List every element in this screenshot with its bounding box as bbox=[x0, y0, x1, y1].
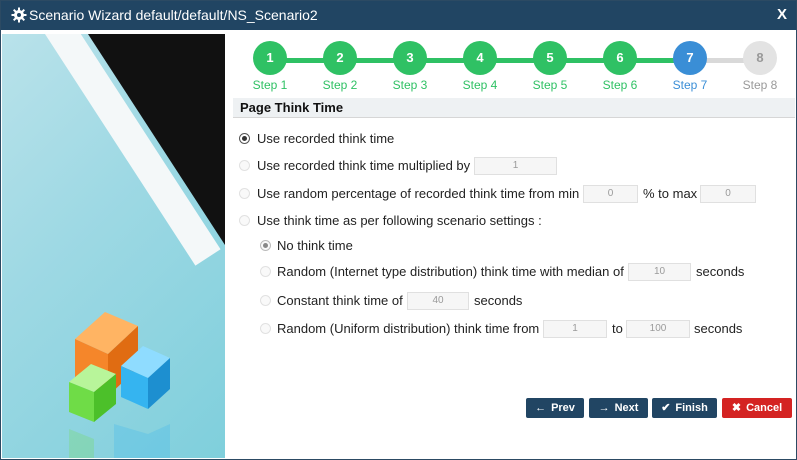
wizard-illustration bbox=[2, 34, 225, 458]
median-unit: seconds bbox=[696, 264, 745, 279]
cubes-illustration bbox=[69, 312, 170, 458]
sub-uniform-radio[interactable] bbox=[260, 323, 271, 334]
cancel-button[interactable]: ✖ Cancel bbox=[722, 398, 792, 418]
option-random-pct-row: Use random percentage of recorded think … bbox=[238, 184, 778, 204]
sub-internet-radio[interactable] bbox=[260, 266, 271, 277]
option-multiplied-row: Use recorded think time multiplied by 1 bbox=[238, 156, 778, 176]
step-circle: 4 bbox=[463, 41, 497, 75]
sub-none-radio[interactable] bbox=[260, 240, 271, 251]
step-3[interactable]: 3 Step 3 bbox=[380, 41, 440, 92]
step-label: Step 1 bbox=[252, 78, 288, 92]
step-6[interactable]: 6 Step 6 bbox=[590, 41, 650, 92]
finish-label: Finish bbox=[675, 402, 708, 414]
check-icon: ✔ bbox=[661, 402, 671, 414]
step-5[interactable]: 5 Step 5 bbox=[520, 41, 580, 92]
gear-icon bbox=[11, 7, 27, 23]
step-4[interactable]: 4 Step 4 bbox=[450, 41, 510, 92]
to-max-label: % to max bbox=[643, 186, 698, 201]
step-circle: 1 bbox=[253, 41, 287, 75]
multiplier-input[interactable]: 1 bbox=[474, 157, 557, 175]
step-circle: 3 bbox=[393, 41, 427, 75]
option-random-pct-radio[interactable] bbox=[239, 188, 250, 199]
sub-constant-row: Constant think time of 40 seconds bbox=[258, 291, 778, 311]
uniform-from-input[interactable]: 1 bbox=[543, 320, 607, 338]
option-multiplied-label: Use recorded think time multiplied by bbox=[257, 158, 471, 173]
sub-internet-row: Random (Internet type distribution) thin… bbox=[258, 262, 778, 282]
title-bar: Scenario Wizard default/default/NS_Scena… bbox=[1, 1, 796, 30]
option-recorded-row: Use recorded think time bbox=[238, 129, 778, 149]
sub-constant-label: Constant think time of bbox=[277, 293, 403, 308]
x-icon: ✖ bbox=[731, 402, 742, 414]
wizard-steps: 1 Step 1 2 Step 2 3 Step 3 4 Step 4 5 St… bbox=[238, 41, 788, 97]
step-7[interactable]: 7 Step 7 bbox=[660, 41, 720, 92]
step-label: Step 5 bbox=[532, 78, 568, 92]
uniform-to-input[interactable]: 100 bbox=[626, 320, 690, 338]
constant-unit: seconds bbox=[474, 293, 523, 308]
uniform-to-label: to bbox=[612, 321, 623, 336]
option-scenario-label: Use think time as per following scenario… bbox=[257, 213, 542, 228]
step-label: Step 7 bbox=[672, 78, 708, 92]
option-multiplied-radio[interactable] bbox=[239, 160, 250, 171]
arrow-left-icon: ← bbox=[535, 402, 547, 414]
sub-uniform-row: Random (Uniform distribution) think time… bbox=[258, 319, 778, 339]
finish-button[interactable]: ✔ Finish bbox=[652, 398, 717, 418]
sub-none-label: No think time bbox=[277, 238, 353, 253]
constant-input[interactable]: 40 bbox=[407, 292, 469, 310]
option-recorded-radio[interactable] bbox=[239, 133, 250, 144]
step-circle: 7 bbox=[673, 41, 707, 75]
step-label: Step 3 bbox=[392, 78, 428, 92]
option-recorded-label: Use recorded think time bbox=[257, 131, 395, 146]
section-header: Page Think Time bbox=[233, 98, 795, 118]
window-title: Scenario Wizard default/default/NS_Scena… bbox=[29, 7, 318, 23]
sub-internet-label: Random (Internet type distribution) thin… bbox=[277, 264, 624, 279]
sub-constant-radio[interactable] bbox=[260, 295, 271, 306]
option-scenario-radio[interactable] bbox=[239, 215, 250, 226]
step-circle: 2 bbox=[323, 41, 357, 75]
sub-none-row: No think time bbox=[258, 236, 778, 256]
scenario-wizard-dialog: Scenario Wizard default/default/NS_Scena… bbox=[0, 0, 797, 460]
min-percent-input[interactable]: 0 bbox=[583, 185, 638, 203]
step-label: Step 6 bbox=[602, 78, 638, 92]
close-button[interactable]: X bbox=[777, 6, 787, 23]
cancel-label: Cancel bbox=[746, 402, 783, 414]
option-random-pct-label: Use random percentage of recorded think … bbox=[257, 186, 580, 201]
uniform-unit: seconds bbox=[694, 321, 743, 336]
step-1[interactable]: 1 Step 1 bbox=[240, 41, 300, 92]
arrow-right-icon: → bbox=[598, 402, 610, 414]
next-button[interactable]: → Next bbox=[589, 398, 648, 418]
step-circle: 8 bbox=[743, 41, 777, 75]
median-input[interactable]: 10 bbox=[628, 263, 691, 281]
section-title: Page Think Time bbox=[240, 100, 344, 115]
prev-button[interactable]: ← Prev bbox=[526, 398, 584, 418]
prev-label: Prev bbox=[551, 402, 575, 414]
step-circle: 5 bbox=[533, 41, 567, 75]
step-label: Step 2 bbox=[322, 78, 358, 92]
max-percent-input[interactable]: 0 bbox=[700, 185, 756, 203]
step-8[interactable]: 8 Step 8 bbox=[730, 41, 790, 92]
option-scenario-row: Use think time as per following scenario… bbox=[238, 211, 778, 231]
sub-uniform-label: Random (Uniform distribution) think time… bbox=[277, 321, 540, 336]
step-label: Step 4 bbox=[462, 78, 498, 92]
step-label: Step 8 bbox=[742, 78, 778, 92]
step-circle: 6 bbox=[603, 41, 637, 75]
next-label: Next bbox=[614, 402, 639, 414]
step-2[interactable]: 2 Step 2 bbox=[310, 41, 370, 92]
